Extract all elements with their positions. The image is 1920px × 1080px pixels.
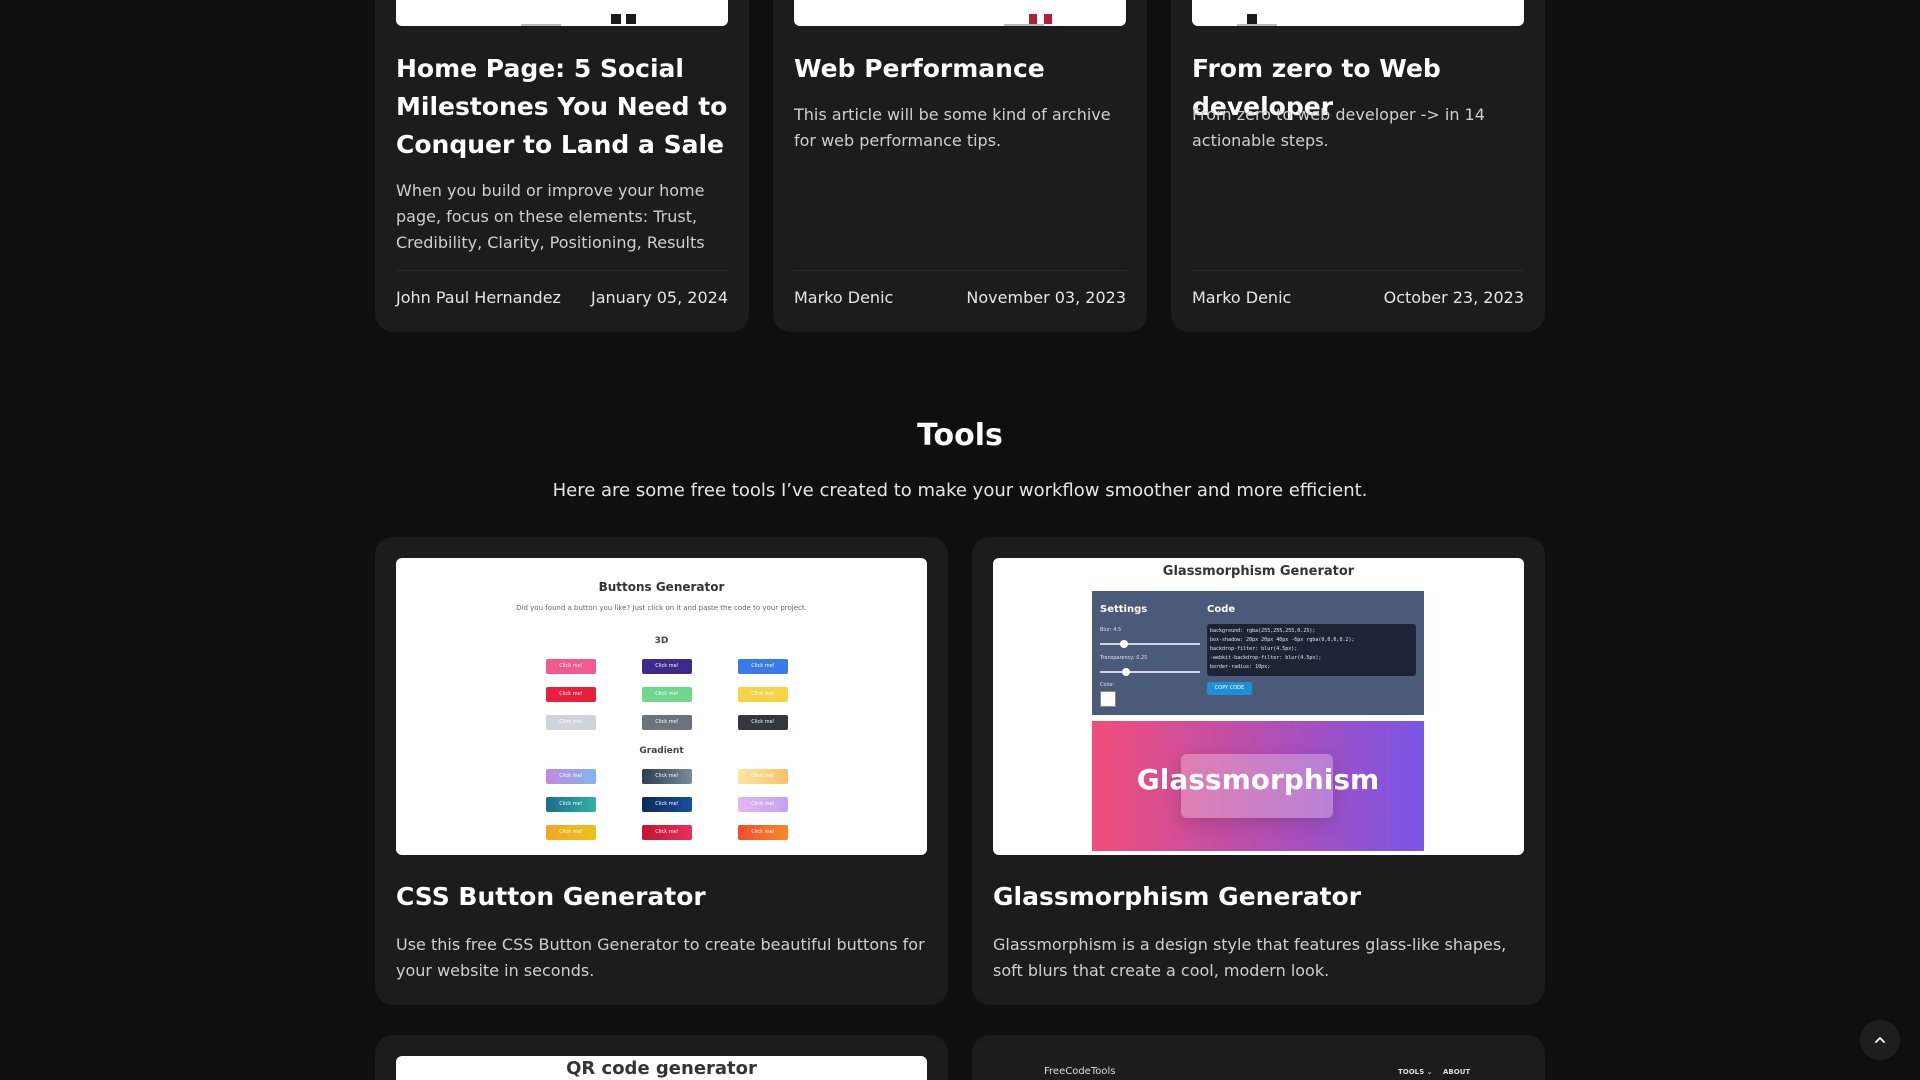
article-list: Home Page: 5 Social Milestones You Need … [375, 0, 1545, 332]
preview-code-label: Code [1207, 604, 1236, 615]
article-thumbnail [396, 0, 728, 26]
preview-button: Click me! [546, 769, 596, 784]
article-meta: John Paul Hernandez January 05, 2024 [396, 288, 728, 307]
illustration-floor [521, 24, 561, 26]
illustration-figure [1044, 14, 1052, 24]
article-title[interactable]: Web Performance [794, 50, 1134, 88]
chevron-up-icon [1875, 1037, 1885, 1043]
article-author: Marko Denic [1192, 288, 1292, 307]
preview-settings-label: Settings [1100, 604, 1148, 615]
article-card[interactable]: From zero to Web developer From zero to … [1171, 0, 1545, 332]
tool-card-qr-code-generator[interactable]: QR code generator [375, 1035, 948, 1080]
article-meta: Marko Denic November 03, 2023 [794, 288, 1126, 307]
preview-color-label: Color: [1100, 682, 1115, 688]
article-description: This article will be some kind of archiv… [794, 105, 1111, 150]
illustration-figure [626, 14, 636, 24]
preview-settings-panel: Settings Code Blur: 4.5 Transparency: 0.… [1092, 591, 1424, 715]
preview-button: Click me! [546, 715, 596, 730]
preview-transparency-slider [1100, 668, 1200, 676]
tool-title[interactable]: Glassmorphism Generator [993, 882, 1361, 911]
preview-button: Click me! [642, 825, 692, 840]
illustration-floor [1237, 24, 1277, 26]
preview-blur-slider [1100, 640, 1200, 648]
slider-knob [1122, 668, 1130, 676]
preview-button: Click me! [546, 659, 596, 674]
preview-button: Click me! [546, 825, 596, 840]
preview-button: Click me! [738, 825, 788, 840]
article-author: John Paul Hernandez [396, 288, 561, 307]
preview-nav-about: ABOUT [1443, 1068, 1471, 1076]
preview-nav-tools: TOOLS ⌄ [1398, 1068, 1433, 1076]
article-date: November 03, 2023 [966, 288, 1126, 307]
preview-button: Click me! [738, 797, 788, 812]
article-thumbnail [1192, 0, 1524, 26]
preview-button: Click me! [738, 659, 788, 674]
preview-button: Click me! [642, 797, 692, 812]
tool-preview-image: FreeCodeTools TOOLS ⌄ ABOUT [993, 1056, 1524, 1080]
scroll-to-top-button[interactable] [1860, 1020, 1900, 1060]
preview-button: Click me! [642, 687, 692, 702]
article-date: January 05, 2024 [591, 288, 728, 307]
preview-button: Click me! [738, 715, 788, 730]
article-date: October 23, 2023 [1383, 288, 1524, 307]
preview-button: Click me! [738, 687, 788, 702]
article-author: Marko Denic [794, 288, 894, 307]
preview-button: Click me! [642, 769, 692, 784]
tools-section-title: Tools [917, 418, 1003, 453]
article-meta: Marko Denic October 23, 2023 [1192, 288, 1524, 307]
illustration-figure [611, 14, 621, 24]
preview-heading: Buttons Generator [598, 580, 725, 594]
divider [794, 270, 1126, 271]
article-description: From zero to web developer -> in 14 acti… [1192, 105, 1485, 150]
preview-hero-text: Glassmorphism [1136, 763, 1380, 796]
tools-section-subtitle: Here are some free tools I’ve created to… [552, 480, 1368, 501]
preview-heading: Glassmorphism Generator [1162, 564, 1355, 579]
tool-title[interactable]: CSS Button Generator [396, 882, 706, 911]
divider [1192, 270, 1524, 271]
article-description: When you build or improve your home page… [396, 181, 705, 252]
preview-button: Click me! [546, 797, 596, 812]
preview-button: Click me! [642, 715, 692, 730]
tool-preview-image: QR code generator [396, 1056, 927, 1080]
article-card[interactable]: Home Page: 5 Social Milestones You Need … [375, 0, 749, 332]
illustration-figure [1029, 14, 1037, 24]
preview-button: Click me! [546, 687, 596, 702]
tool-card-css-button-generator[interactable]: Buttons Generator Did you found a button… [375, 537, 948, 1005]
tool-preview-image: Glassmorphism Generator Settings Code Bl… [993, 558, 1524, 855]
illustration-floor [1004, 24, 1044, 26]
article-title[interactable]: Home Page: 5 Social Milestones You Need … [396, 50, 736, 164]
tool-card-glassmorphism-generator[interactable]: Glassmorphism Generator Settings Code Bl… [972, 537, 1545, 1005]
preview-button: Click me! [738, 769, 788, 784]
preview-copy-button: COPY CODE [1207, 682, 1252, 695]
divider [396, 270, 728, 271]
preview-logo: FreeCodeTools [1044, 1066, 1116, 1077]
preview-hero: Glassmorphism [1092, 721, 1424, 851]
preview-blur-label: Blur: 4.5 [1100, 627, 1122, 633]
slider-knob [1120, 640, 1128, 648]
preview-transparency-label: Transparency: 0.25 [1100, 655, 1148, 661]
article-thumbnail [794, 0, 1126, 26]
preview-heading: QR code generator [566, 1058, 757, 1079]
tool-description: Glassmorphism is a design style that fea… [993, 935, 1507, 980]
preview-section-gradient: Gradient [639, 746, 684, 756]
preview-section-3d: 3D [654, 636, 669, 646]
preview-button: Click me! [642, 659, 692, 674]
tool-description: Use this free CSS Button Generator to cr… [396, 935, 925, 980]
preview-subheading: Did you found a button you like? Just cl… [516, 604, 807, 612]
illustration-figure [1247, 14, 1257, 24]
article-card[interactable]: Web Performance This article will be som… [773, 0, 1147, 332]
preview-color-swatch [1100, 691, 1116, 707]
tool-card-freecodetools[interactable]: FreeCodeTools TOOLS ⌄ ABOUT [972, 1035, 1545, 1080]
preview-code-block: background: rgba(255,255,255,0.25); box-… [1207, 624, 1416, 676]
tool-preview-image: Buttons Generator Did you found a button… [396, 558, 927, 855]
